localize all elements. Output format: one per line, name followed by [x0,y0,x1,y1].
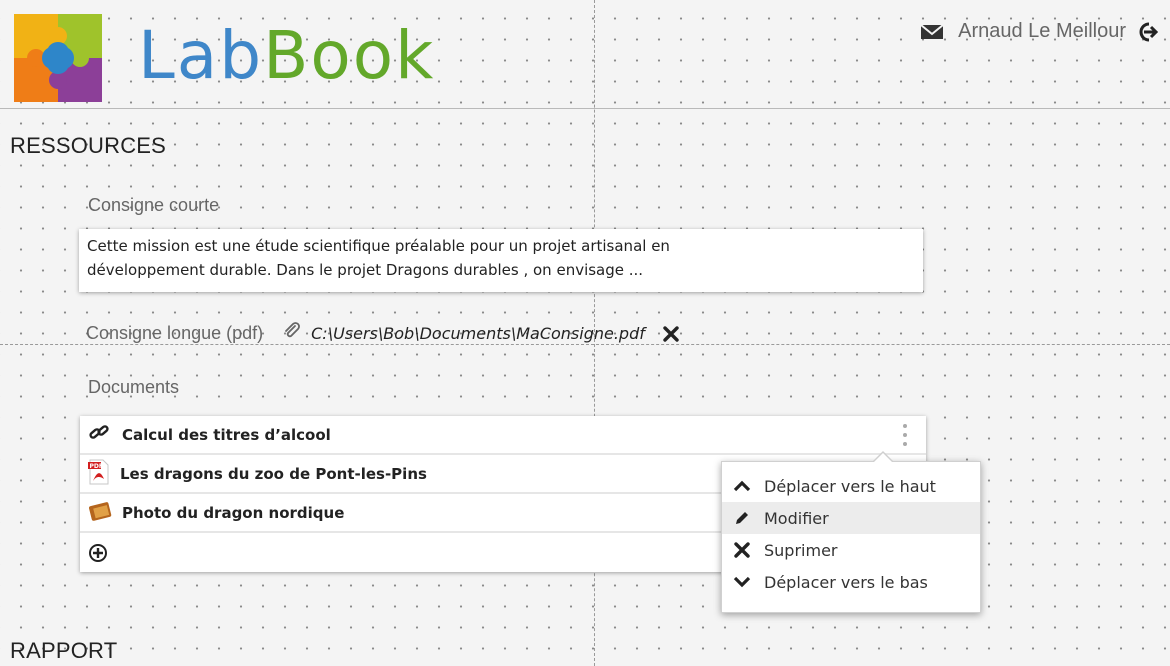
puzzle-logo-icon [14,14,102,102]
resources-title: RESSOURCES [10,133,167,158]
user-area: Arnaud Le Meillour [920,20,1158,43]
document-context-menu: Déplacer vers le haut Modifier Suprimer … [721,451,981,613]
menu-item-label: Déplacer vers le bas [764,572,928,592]
document-name: Calcul des titres d’alcool [122,425,331,444]
logo-text-part1: Lab [138,17,264,94]
user-name[interactable]: Arnaud Le Meillour [958,20,1126,43]
envelope-icon[interactable] [920,23,944,41]
image-icon [88,501,112,525]
menu-item-edit[interactable]: Modifier [722,502,980,534]
paperclip-icon [283,322,301,345]
more-options-icon[interactable] [902,424,908,446]
document-item[interactable]: Calcul des titres d’alcool [80,416,926,455]
menu-item-label: Suprimer [764,540,838,560]
svg-text:PDF: PDF [90,463,103,470]
menu-item-move-down[interactable]: Déplacer vers le bas [722,566,980,598]
menu-item-move-up[interactable]: Déplacer vers le haut [722,470,980,502]
logo-text-part2: Book [263,17,436,94]
long-instruction-label: Consigne longue (pdf) [86,323,264,343]
chevron-down-icon [732,575,752,589]
pdf-file-path[interactable]: C:\Users\Bob\Documents\MaConsigne.pdf [311,324,645,343]
app-header: LabBook Arnaud Le Meillour [0,0,1170,109]
short-instruction-line-1: Cette mission est une étude scientifique… [87,237,670,255]
chevron-up-icon [732,479,752,493]
menu-item-label: Modifier [764,508,829,528]
documents-label: Documents [88,377,180,397]
report-title: RAPPORT [10,638,118,663]
logo-title: LabBook [138,16,435,96]
menu-item-delete[interactable]: Suprimer [722,534,980,566]
short-instruction-line-2: développement durable. Dans le projet Dr… [87,261,644,279]
document-name: Les dragons du zoo de Pont-les-Pins [120,464,427,483]
remove-pdf-icon[interactable] [663,325,679,342]
pdf-icon: PDF [88,459,110,489]
short-instruction-field[interactable]: Cette mission est une étude scientifique… [79,229,923,292]
menu-item-label: Déplacer vers le haut [764,476,936,496]
close-icon [732,542,752,558]
add-circle-icon[interactable] [88,543,108,563]
short-instruction-label: Consigne courte [88,195,220,215]
link-icon [88,422,112,448]
logout-icon[interactable] [1136,21,1158,43]
pencil-icon [732,509,752,527]
document-name: Photo du dragon nordique [122,503,345,522]
long-instruction-row: Consigne longue (pdf) C:\Users\Bob\Docum… [86,322,679,345]
